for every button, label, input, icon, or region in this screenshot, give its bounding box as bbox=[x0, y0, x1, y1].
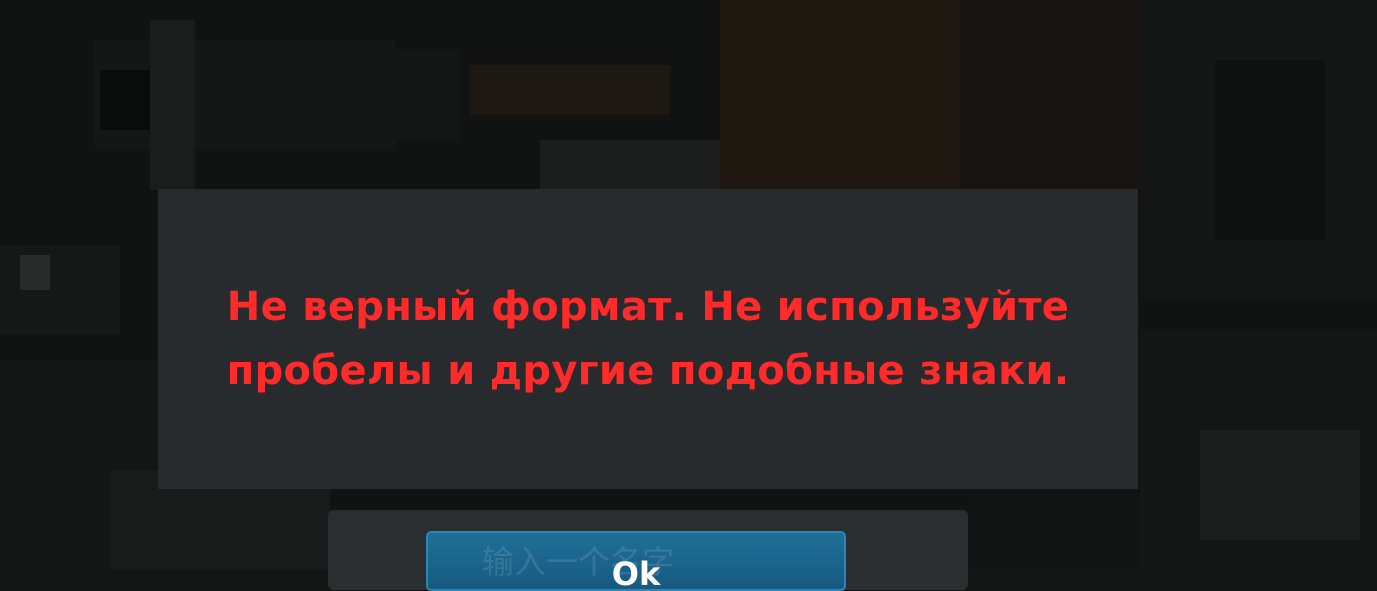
error-message: Не верный формат. Не используйте пробелы… bbox=[226, 284, 1070, 394]
error-alert-box: Не верный формат. Не используйте пробелы… bbox=[158, 189, 1138, 489]
ok-button-label: Ok bbox=[611, 555, 661, 591]
ok-button[interactable]: 输入一个名字 Ok bbox=[426, 531, 846, 591]
